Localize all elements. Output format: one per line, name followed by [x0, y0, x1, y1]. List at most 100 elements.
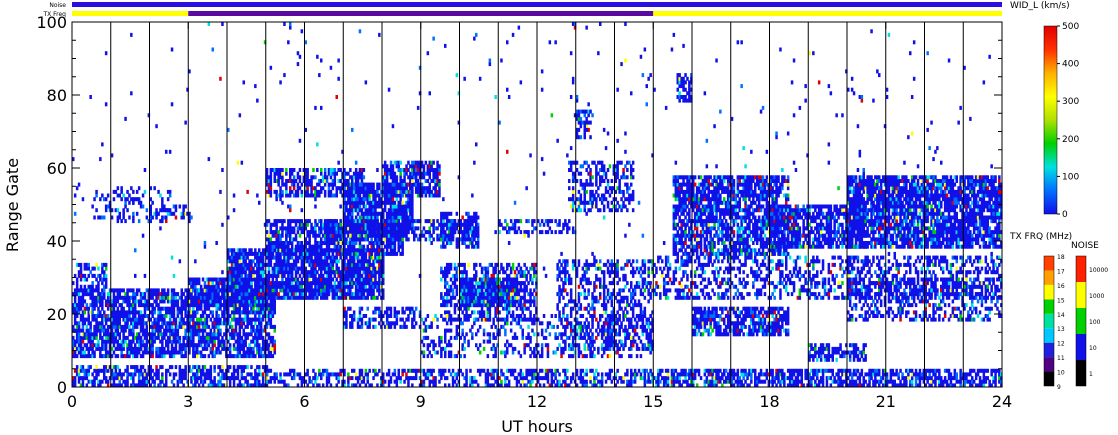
data-cell — [157, 376, 160, 381]
data-cell — [75, 314, 79, 318]
data-cell — [300, 284, 304, 289]
data-cell — [155, 208, 158, 213]
data-cell — [79, 270, 83, 275]
data-cell — [246, 324, 249, 329]
data-cell — [207, 343, 211, 348]
data-cell — [600, 376, 604, 381]
data-cell — [201, 277, 205, 282]
data-cell — [368, 368, 371, 373]
data-cell — [449, 372, 453, 377]
data-cell — [77, 379, 81, 384]
data-cell — [389, 379, 393, 384]
data-cell — [246, 365, 249, 370]
data-cell — [269, 171, 273, 176]
data-cell — [300, 219, 304, 224]
data-cell — [182, 317, 185, 322]
data-cell — [465, 379, 468, 384]
data-cell — [112, 343, 116, 348]
data-cell — [166, 292, 170, 297]
data-cell — [174, 372, 178, 377]
data-cell — [104, 262, 108, 267]
data-cell — [236, 281, 240, 286]
data-cell — [122, 306, 125, 311]
data-cell — [254, 368, 257, 373]
data-cell — [271, 277, 275, 282]
data-cell — [252, 273, 255, 278]
data-cell — [137, 197, 141, 202]
data-cell — [564, 379, 567, 384]
data-cell — [101, 379, 104, 384]
data-cell — [600, 379, 604, 384]
data-cell — [267, 266, 271, 271]
data-cell — [335, 262, 338, 267]
data-cell — [153, 339, 156, 344]
data-cell — [965, 376, 968, 381]
data-cell — [85, 343, 89, 348]
data-cell — [250, 248, 253, 253]
data-cell — [593, 372, 596, 377]
data-cell — [269, 193, 273, 198]
data-cell — [194, 314, 197, 318]
data-cell — [128, 215, 131, 220]
data-cell — [97, 281, 100, 286]
data-cell — [254, 321, 257, 326]
data-cell — [103, 215, 106, 220]
data-cell — [172, 314, 176, 318]
data-cell — [296, 277, 300, 282]
data-cell — [217, 324, 220, 329]
data-cell — [366, 372, 369, 377]
data-cell — [83, 321, 87, 326]
data-cell — [277, 179, 280, 183]
data-cell — [197, 332, 201, 337]
data-cell — [91, 339, 94, 344]
data-cell — [112, 306, 116, 311]
data-cell — [126, 189, 129, 194]
data-cell — [213, 299, 216, 304]
data-cell — [99, 332, 102, 337]
data-cell — [972, 379, 976, 384]
data-cell — [114, 335, 118, 340]
data-cell — [589, 379, 592, 384]
data-cell — [821, 379, 825, 384]
data-cell — [106, 306, 110, 311]
data-cell — [666, 379, 670, 384]
data-cell — [73, 299, 77, 304]
data-cell — [335, 292, 338, 297]
data-cell — [190, 292, 193, 297]
data-cell — [126, 335, 129, 340]
data-cell — [312, 368, 315, 373]
data-cell — [465, 376, 468, 381]
data-cell — [228, 277, 232, 282]
data-cell — [285, 168, 288, 172]
data-cell — [261, 273, 265, 278]
data-cell — [213, 343, 216, 348]
data-cell — [273, 175, 276, 180]
data-cell — [153, 310, 156, 315]
data-cell — [267, 270, 271, 275]
data-cell — [397, 248, 400, 253]
data-cell — [271, 335, 275, 340]
data-cell — [705, 376, 709, 381]
data-cell — [238, 328, 242, 333]
data-cell — [166, 346, 170, 351]
data-cell — [918, 379, 922, 384]
data-cell — [163, 335, 166, 340]
data-cell — [155, 299, 158, 304]
data-cell — [269, 189, 273, 194]
data-cell — [347, 379, 350, 384]
data-cell — [285, 171, 288, 176]
data-cell — [116, 339, 120, 344]
data-cell — [294, 222, 298, 227]
data-cell — [180, 288, 183, 293]
data-cell — [196, 379, 199, 384]
data-cell — [120, 186, 123, 191]
data-cell — [645, 368, 648, 373]
data-cell — [393, 244, 397, 249]
data-cell — [515, 376, 519, 381]
data-cell — [246, 306, 249, 311]
data-cell — [141, 204, 145, 209]
range-time-plot: Noise TX Freq 0 3 6 9 12 15 18 21 24 02040608010… — [3, 1, 1108, 435]
data-cell — [331, 251, 335, 256]
data-cell — [166, 368, 170, 373]
data-cell — [597, 372, 600, 377]
